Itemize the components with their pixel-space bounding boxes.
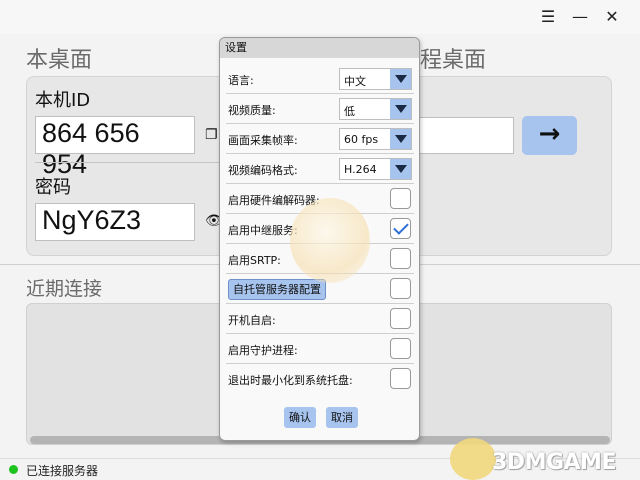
- setting-label: 开机自启:: [228, 314, 276, 327]
- cancel-button[interactable]: 取消: [326, 407, 358, 428]
- status-dot-icon: [9, 465, 18, 474]
- setting-label: 语言:: [228, 74, 254, 87]
- arrow-right-icon: →: [538, 119, 561, 149]
- status-text: 已连接服务器: [26, 464, 99, 478]
- select-value: 中文: [344, 75, 366, 88]
- local-desktop-title: 本桌面: [26, 48, 93, 73]
- watermark-logo-icon: [450, 438, 496, 480]
- select-value: 低: [344, 105, 355, 118]
- setting-label: 启用SRTP:: [228, 254, 281, 267]
- ok-button[interactable]: 确认: [284, 407, 316, 428]
- remote-id-input[interactable]: [418, 117, 514, 154]
- close-icon[interactable]: ✕: [599, 4, 625, 30]
- minimize-icon[interactable]: —: [567, 4, 593, 30]
- setting-label: 退出时最小化到系统托盘:: [228, 374, 353, 387]
- language-select[interactable]: 中文: [339, 68, 412, 90]
- self-hosted-config-button[interactable]: 自托管服务器配置: [228, 279, 326, 300]
- setting-label: 视频编码格式:: [228, 164, 298, 177]
- setting-autostart: 开机自启:: [220, 304, 419, 334]
- copy-icon[interactable]: ❐: [205, 127, 218, 143]
- chevron-down-icon: [390, 159, 411, 179]
- self-hosted-checkbox[interactable]: [390, 278, 411, 299]
- connect-button[interactable]: →: [522, 116, 577, 155]
- title-bar: ☰ — ✕: [0, 0, 640, 34]
- device-id-label: 本机ID: [35, 90, 91, 111]
- setting-label: 启用守护进程:: [228, 344, 298, 357]
- video-codec-select[interactable]: H.264: [339, 158, 412, 180]
- video-quality-select[interactable]: 低: [339, 98, 412, 120]
- setting-video-quality: 视频质量: 低: [220, 94, 419, 124]
- daemon-checkbox[interactable]: [390, 338, 411, 359]
- menu-icon[interactable]: ☰: [535, 4, 561, 30]
- minimize-tray-checkbox[interactable]: [390, 368, 411, 389]
- chevron-down-icon: [390, 69, 411, 89]
- remote-desktop-title: 程桌面: [420, 48, 487, 73]
- setting-label: 启用中继服务:: [228, 224, 298, 237]
- password-value: NgY6Z3: [35, 203, 195, 241]
- divider: [35, 162, 220, 163]
- device-id-value: 864 656 954: [35, 116, 195, 179]
- settings-title: 设置: [220, 38, 419, 58]
- setting-label: 画面采集帧率:: [228, 134, 298, 147]
- watermark-mascot-icon: [290, 198, 370, 283]
- select-value: H.264: [344, 163, 377, 176]
- select-value: 60 fps: [344, 133, 379, 146]
- hw-codec-checkbox[interactable]: [390, 188, 411, 209]
- setting-daemon: 启用守护进程:: [220, 334, 419, 364]
- watermark-text: 3DMGAME: [492, 450, 616, 475]
- recent-connections-title: 近期连接: [26, 278, 103, 300]
- password-label: 密码: [35, 177, 71, 198]
- frame-rate-select[interactable]: 60 fps: [339, 128, 412, 150]
- settings-dialog: 设置 语言: 中文 视频质量: 低 画面采集帧率: 60 fps 视频编码格式:…: [219, 37, 420, 441]
- chevron-down-icon: [390, 99, 411, 119]
- setting-frame-rate: 画面采集帧率: 60 fps: [220, 124, 419, 154]
- autostart-checkbox[interactable]: [390, 308, 411, 329]
- setting-minimize-tray: 退出时最小化到系统托盘:: [220, 364, 419, 394]
- setting-video-codec: 视频编码格式: H.264: [220, 154, 419, 184]
- srtp-checkbox[interactable]: [390, 248, 411, 269]
- relay-checkbox[interactable]: [390, 218, 411, 239]
- chevron-down-icon: [390, 129, 411, 149]
- setting-language: 语言: 中文: [220, 64, 419, 94]
- setting-label: 视频质量:: [228, 104, 276, 117]
